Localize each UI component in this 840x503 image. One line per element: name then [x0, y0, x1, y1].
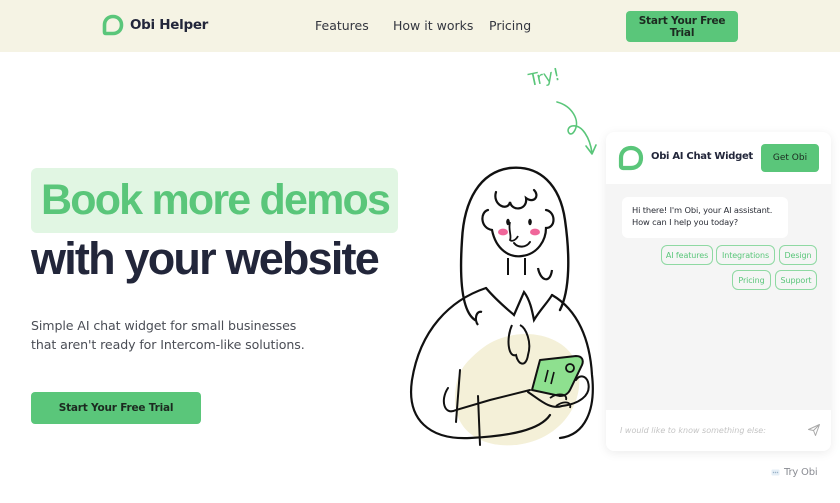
- try-obi-label: Try Obi: [784, 467, 818, 478]
- try-annotation-arrow-icon: Try!: [526, 65, 597, 155]
- assistant-message: Hi there! I'm Obi, your AI assistant. Ho…: [622, 197, 788, 238]
- assistant-message-line-2: How can I help you today?: [632, 217, 739, 227]
- try-annotation-text: Try!: [526, 65, 562, 91]
- quick-reply-support[interactable]: Support: [775, 270, 817, 290]
- quick-reply-ai-features[interactable]: AI features: [661, 245, 713, 265]
- assistant-message-line-1: Hi there! I'm Obi, your AI assistant.: [632, 205, 773, 215]
- quick-reply-design[interactable]: Design: [779, 245, 817, 265]
- chat-dots-icon: [771, 469, 780, 476]
- chat-bubble-logo-icon: [618, 145, 644, 171]
- chat-input-bar: [606, 410, 831, 451]
- quick-reply-pricing[interactable]: Pricing: [732, 270, 771, 290]
- chat-bubble-logo-icon: [102, 14, 124, 36]
- quick-reply-integrations[interactable]: Integrations: [716, 245, 775, 265]
- headline-main: with your website: [31, 233, 380, 284]
- chat-header: Obi AI Chat Widget Get Obi: [606, 132, 831, 184]
- chat-message-input[interactable]: [620, 420, 800, 440]
- chat-widget: Obi AI Chat Widget Get Obi Hi there! I'm…: [606, 132, 831, 451]
- site-header: Obi Helper Features How it works Pricing…: [0, 0, 840, 52]
- brand-name: Obi Helper: [130, 17, 209, 33]
- get-obi-button[interactable]: Get Obi: [761, 144, 819, 172]
- chat-widget-title: Obi AI Chat Widget: [651, 151, 753, 162]
- nav-pricing[interactable]: Pricing: [489, 18, 531, 33]
- try-obi-launcher[interactable]: Try Obi: [771, 467, 818, 478]
- hero-subtext: Simple AI chat widget for small business…: [31, 318, 305, 352]
- nav-features[interactable]: Features: [315, 18, 369, 33]
- nav-how-it-works[interactable]: How it works: [393, 18, 473, 33]
- woman-with-phone-illustration: [409, 166, 594, 446]
- headline-highlight: Book more demos: [41, 176, 391, 224]
- hero-start-trial-button[interactable]: Start Your Free Trial: [31, 392, 201, 424]
- brand-logo[interactable]: Obi Helper: [102, 14, 208, 36]
- header-start-trial-button[interactable]: Start Your Free Trial: [626, 11, 738, 42]
- send-icon[interactable]: [807, 423, 821, 437]
